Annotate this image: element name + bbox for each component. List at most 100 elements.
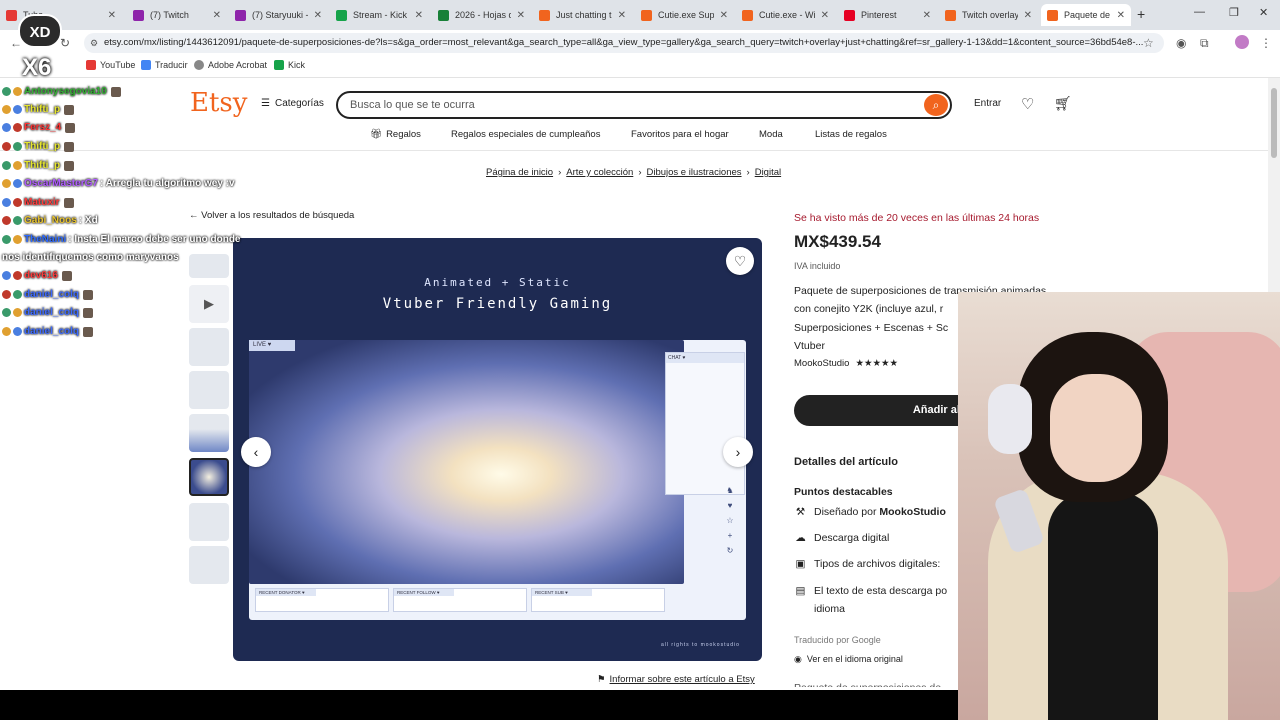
subnav-cumpleanos[interactable]: Regalos especiales de cumpleaños: [451, 129, 600, 140]
stream-xd-badge: XD: [18, 14, 62, 48]
thumbnail-selected[interactable]: [189, 458, 229, 496]
maximize-icon[interactable]: ❐: [1229, 6, 1239, 19]
bookmark-kick[interactable]: Kick: [274, 60, 305, 70]
extensions-puzzle-icon[interactable]: ⧉: [1200, 36, 1209, 51]
chevron-right-icon: ›: [746, 167, 750, 178]
tab-close-icon[interactable]: ✕: [108, 10, 116, 21]
flag-icon: ⚑: [597, 674, 606, 685]
browser-menu-icon[interactable]: ⋮: [1260, 36, 1272, 50]
thumbnail[interactable]: [189, 414, 229, 452]
tab-close-icon[interactable]: ✕: [821, 10, 829, 21]
new-tab-button[interactable]: +: [1137, 6, 1145, 22]
next-image-icon[interactable]: ›: [723, 437, 753, 467]
chat-username: OscarMasterG7: [24, 178, 98, 189]
search-icon[interactable]: ⌕: [924, 94, 948, 116]
reload-icon[interactable]: ↻: [60, 36, 70, 50]
chat-badge-icon: [2, 308, 11, 317]
chat-badge-icon: [2, 87, 11, 96]
preview-sub-box: RECENT SUB ♥: [531, 588, 665, 612]
chat-badge-icon: [13, 87, 22, 96]
browser-tab[interactable]: Cutie.exe Supe ✕: [635, 4, 734, 26]
tab-favicon-icon: [539, 9, 550, 21]
favorite-heart-icon[interactable]: ♡: [726, 247, 754, 275]
tab-close-icon[interactable]: ✕: [618, 10, 626, 21]
chat-message: Gabi_Noos: Xd: [2, 215, 98, 226]
close-window-icon[interactable]: ✕: [1259, 6, 1268, 19]
site-info-icon[interactable]: ⚙: [90, 38, 98, 49]
tab-close-icon[interactable]: ✕: [517, 10, 525, 21]
breadcrumb-home[interactable]: Página de inicio: [486, 167, 553, 178]
chat-message: Thifti_p: [2, 104, 75, 115]
item-details-heading[interactable]: Detalles del artículo: [794, 456, 898, 468]
back-to-results-link[interactable]: ← Volver a los resultados de búsqueda: [189, 210, 354, 221]
preview-icon-column: ♞ ♥ ☆ + ↻: [723, 486, 737, 555]
subnav-moda[interactable]: Moda: [759, 129, 783, 140]
scrollbar-thumb[interactable]: [1271, 88, 1277, 158]
browser-tab[interactable]: Twitch overlay ✕: [939, 4, 1038, 26]
browser-tab[interactable]: Tube✕: [0, 4, 122, 26]
tab-close-icon[interactable]: ✕: [923, 10, 931, 21]
chat-text: : Arregla tu algoritmo wey :v: [99, 178, 235, 189]
tab-close-icon[interactable]: ✕: [213, 10, 221, 21]
highlight-designer: ⚒ Diseñado por MookoStudio: [795, 506, 946, 518]
video-thumbnail-play-icon[interactable]: ▶: [189, 285, 229, 323]
thumbnail[interactable]: [189, 546, 229, 584]
breadcrumb-digital[interactable]: Digital: [755, 167, 781, 178]
thumbnail[interactable]: [189, 254, 229, 278]
browser-tab[interactable]: Pinterest ✕: [838, 4, 937, 26]
translated-by-note: Traducido por Google: [794, 635, 881, 645]
search-input[interactable]: Busca lo que se te ocurra: [350, 99, 475, 111]
search-box[interactable]: Busca lo que se te ocurra ⌕: [336, 91, 952, 119]
tab-label: Twitch overlay: [962, 10, 1018, 20]
browser-tab[interactable]: Cutie.exe - Wii ✕: [736, 4, 835, 26]
categories-button[interactable]: ☰ Categorías: [261, 98, 324, 109]
bookmark-youtube[interactable]: YouTube: [86, 60, 135, 70]
minimize-icon[interactable]: —: [1194, 6, 1205, 18]
bookmark-star-icon[interactable]: ☆: [1143, 36, 1154, 50]
browser-tab[interactable]: (7) Staryuuki - ✕: [229, 4, 328, 26]
listing-main-image[interactable]: Animated + Static Vtuber Friendly Gaming…: [233, 238, 762, 661]
browser-tab[interactable]: Just chatting tr ✕: [533, 4, 632, 26]
tab-close-icon[interactable]: ✕: [314, 10, 322, 21]
browser-tab[interactable]: Paquete de sup ✕: [1041, 4, 1131, 26]
preview-chat-box: CHAT ♥: [665, 352, 745, 495]
tab-close-icon[interactable]: ✕: [720, 10, 728, 21]
rating-stars: ★★★★★: [855, 358, 899, 369]
image-rights-note: all rights to mookostudio: [661, 642, 740, 648]
url-bar[interactable]: etsy.com/mx/listing/1443612091/paquete-d…: [84, 33, 1164, 53]
bookmark-traducir[interactable]: Traducir: [141, 60, 188, 70]
prev-image-icon[interactable]: ‹: [241, 437, 271, 467]
shop-link[interactable]: MookoStudio ★★★★★: [794, 358, 898, 369]
chat-badge-icon: [13, 271, 22, 280]
breadcrumb-dibujos[interactable]: Dibujos e ilustraciones: [646, 167, 741, 178]
thumbnail[interactable]: [189, 503, 229, 541]
designer-shop-link[interactable]: MookoStudio: [879, 506, 946, 518]
view-original-language-link[interactable]: ◉ Ver en el idioma original: [794, 654, 903, 665]
bookmark-adobe-acrobat[interactable]: Adobe Acrobat: [194, 60, 267, 70]
chat-badge-icon: [2, 198, 11, 207]
extension-icon[interactable]: ◉: [1176, 36, 1186, 50]
bookmarks-bar: YouTube Traducir Adobe Acrobat Kick: [0, 56, 1280, 78]
subnav-hogar[interactable]: Favoritos para el hogar: [631, 129, 729, 140]
overlay-preview-art: [249, 340, 684, 584]
browser-tab[interactable]: 2026 - Hojas d ✕: [432, 4, 531, 26]
tab-label: Pinterest: [861, 10, 897, 20]
thumbnail[interactable]: [189, 328, 229, 366]
subnav-regalos[interactable]: 🎁︎ Regalos: [370, 129, 421, 140]
etsy-logo[interactable]: Etsy: [190, 88, 247, 118]
cart-icon[interactable]: 🛒︎: [1054, 95, 1072, 112]
subnav-listas[interactable]: Listas de regalos: [815, 129, 887, 140]
report-item-link[interactable]: ⚑ Informar sobre este artículo a Etsy: [597, 674, 755, 685]
breadcrumb-arte[interactable]: Arte y colección: [566, 167, 633, 178]
tab-close-icon[interactable]: ✕: [415, 10, 423, 21]
highlight-file-types: ▣ Tipos de archivos digitales:: [795, 558, 941, 570]
webcam-person-face: [1050, 374, 1142, 482]
profile-avatar[interactable]: [1235, 35, 1249, 49]
browser-tab[interactable]: (7) Twitch ✕: [127, 4, 227, 26]
tab-close-icon[interactable]: ✕: [1117, 10, 1125, 21]
thumbnail[interactable]: [189, 371, 229, 409]
sign-in-link[interactable]: Entrar: [974, 98, 1001, 109]
favorites-heart-icon[interactable]: ♡: [1021, 95, 1034, 113]
tab-close-icon[interactable]: ✕: [1024, 10, 1032, 21]
browser-tab[interactable]: Stream - Kick I ✕: [330, 4, 429, 26]
